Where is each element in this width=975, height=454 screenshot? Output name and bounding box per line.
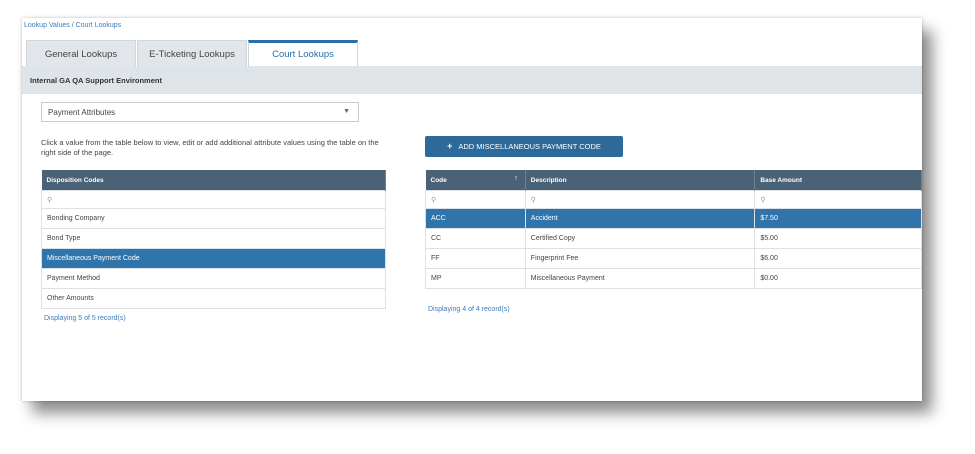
cell-description[interactable]: Miscellaneous Payment — [524, 268, 756, 289]
table-row[interactable]: MP Miscellaneous Payment $0.00 — [425, 268, 922, 289]
table-row-selected[interactable]: Miscellaneous Payment Code — [41, 248, 386, 269]
column-header-base-amount[interactable]: Base Amount — [754, 170, 922, 191]
tab-eticketing-lookups[interactable]: E-Ticketing Lookups — [137, 40, 247, 66]
cell-description[interactable]: Certified Copy — [524, 228, 756, 249]
search-icon: ⚲ — [431, 196, 437, 204]
table-row[interactable]: FF Fingerprint Fee $6.00 — [425, 248, 922, 269]
cell-base-amount[interactable]: $5.00 — [754, 228, 922, 249]
disposition-codes-table: Disposition Codes ⚲ Bonding Company Bond… — [41, 170, 386, 309]
search-icon: ⚲ — [47, 196, 53, 204]
environment-bar: Internal GA QA Support Environment — [22, 66, 922, 94]
table-row[interactable]: Bond Type — [41, 228, 386, 249]
tab-general-lookups[interactable]: General Lookups — [26, 40, 136, 66]
column-header-disposition-codes[interactable]: Disposition Codes — [41, 170, 386, 191]
table-cell[interactable]: Bonding Company — [41, 208, 386, 229]
environment-label: Internal GA QA Support Environment — [30, 76, 162, 85]
right-record-count: Displaying 4 of 4 record(s) — [428, 306, 510, 313]
table-row-selected[interactable]: ACC Accident $7.50 — [425, 208, 922, 229]
add-misc-payment-code-button[interactable]: + ADD MISCELLANEOUS PAYMENT CODE — [425, 136, 623, 157]
payment-codes-table: Code ↑ Description Base Amount ⚲ ⚲ ⚲ ACC … — [425, 170, 922, 289]
instructions-text: Click a value from the table below to vi… — [41, 138, 379, 157]
search-icon: ⚲ — [530, 196, 536, 204]
table-row[interactable]: Bonding Company — [41, 208, 386, 229]
table-row[interactable]: Other Amounts — [41, 288, 386, 309]
filter-cell-base-amount[interactable]: ⚲ — [754, 190, 922, 209]
tab-court-lookups[interactable]: Court Lookups — [248, 40, 358, 66]
cell-base-amount[interactable]: $7.50 — [754, 208, 922, 229]
search-icon: ⚲ — [760, 196, 766, 204]
cell-code[interactable]: FF — [425, 248, 526, 269]
cell-code[interactable]: CC — [425, 228, 526, 249]
cell-code[interactable]: MP — [425, 268, 526, 289]
chevron-down-icon[interactable]: ▼ — [343, 108, 350, 115]
attribute-select[interactable]: Payment Attributes ▼ — [41, 102, 359, 122]
cell-code[interactable]: ACC — [425, 208, 526, 229]
cell-base-amount[interactable]: $0.00 — [754, 268, 922, 289]
add-button-label: ADD MISCELLANEOUS PAYMENT CODE — [458, 142, 601, 151]
table-row[interactable]: CC Certified Copy $5.00 — [425, 228, 922, 249]
table-cell[interactable]: Miscellaneous Payment Code — [41, 248, 386, 269]
cell-base-amount[interactable]: $6.00 — [754, 248, 922, 269]
column-header-code-label: Code — [430, 176, 447, 184]
left-record-count: Displaying 5 of 5 record(s) — [44, 315, 126, 322]
tab-bar: General Lookups E-Ticketing Lookups Cour… — [26, 40, 359, 66]
app-window: Lookup Values / Court Lookups General Lo… — [22, 18, 922, 401]
cell-description[interactable]: Fingerprint Fee — [524, 248, 756, 269]
column-header-description[interactable]: Description — [525, 170, 756, 191]
filter-cell-description[interactable]: ⚲ — [524, 190, 756, 209]
table-cell[interactable]: Other Amounts — [41, 288, 386, 309]
cell-description[interactable]: Accident — [524, 208, 756, 229]
filter-cell-code[interactable]: ⚲ — [425, 190, 526, 209]
plus-icon: + — [447, 141, 453, 151]
table-cell[interactable]: Bond Type — [41, 228, 386, 249]
breadcrumb[interactable]: Lookup Values / Court Lookups — [24, 22, 121, 29]
column-header-code[interactable]: Code ↑ — [425, 170, 526, 191]
sort-ascending-icon[interactable]: ↑ — [514, 175, 518, 182]
table-row[interactable]: Payment Method — [41, 268, 386, 289]
attribute-select-value: Payment Attributes — [48, 108, 116, 117]
table-cell[interactable]: Payment Method — [41, 268, 386, 289]
filter-cell[interactable]: ⚲ — [41, 190, 386, 209]
